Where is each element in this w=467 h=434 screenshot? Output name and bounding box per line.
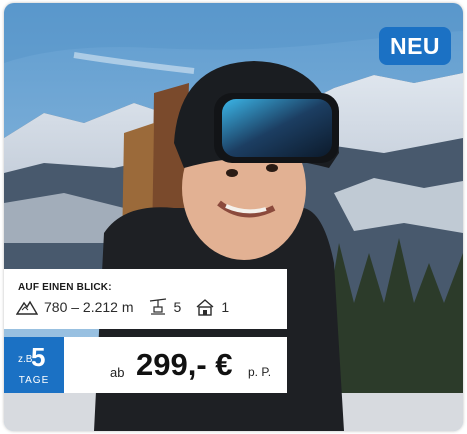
- new-badge: NEU: [379, 27, 451, 65]
- info-title: AUF EINEN BLICK:: [18, 282, 112, 293]
- mountain-icon: [16, 299, 38, 315]
- price-row[interactable]: z.B. 5 TAGE ab 299,- € p. P.: [4, 337, 287, 393]
- price-suffix: p. P.: [248, 365, 272, 379]
- price-prefix: ab: [110, 365, 125, 380]
- ski-lift-icon: [148, 298, 168, 316]
- duration-days: 5: [31, 342, 46, 372]
- house-icon: [195, 298, 215, 316]
- info-panel: AUF EINEN BLICK: 780 – 2.212 m 5 1: [4, 269, 287, 329]
- info-row: 780 – 2.212 m 5 1: [16, 298, 229, 316]
- altitude-range: 780 – 2.212 m: [44, 299, 134, 315]
- accommodation-count: 1: [221, 299, 230, 315]
- duration-badge: z.B. 5 TAGE: [4, 337, 64, 393]
- duration-unit: TAGE: [18, 375, 50, 386]
- price-amount: 299,- €: [136, 347, 233, 382]
- lift-count: 5: [173, 299, 182, 315]
- offer-card[interactable]: NEU AUF EINEN BLICK: 780 – 2.212 m 5 1 z…: [4, 3, 463, 431]
- price-panel: ab 299,- € p. P.: [64, 337, 287, 393]
